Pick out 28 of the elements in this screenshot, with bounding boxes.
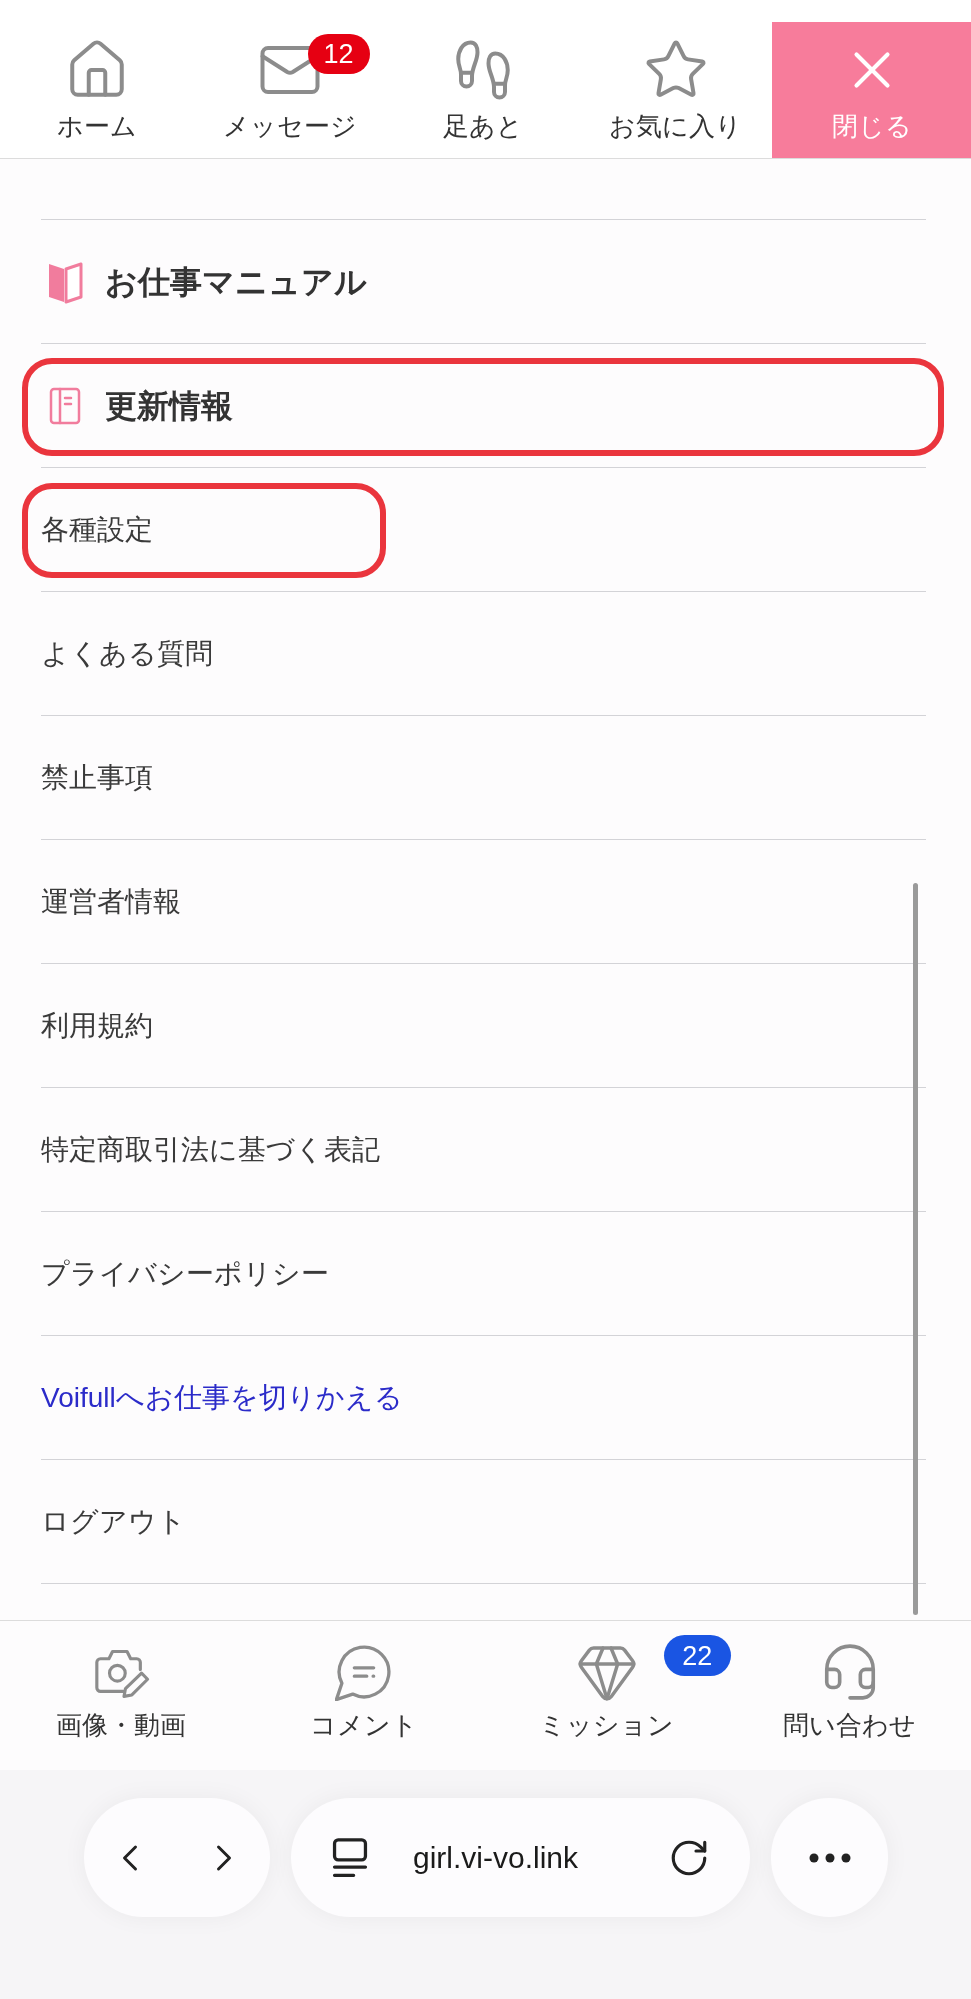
menu-item[interactable]: 特定商取引法に基づく表記 [41,1088,926,1211]
nav-tab[interactable]: 問い合わせ [728,1621,971,1770]
menu-item[interactable]: よくある質問 [41,592,926,715]
reader-icon [331,1837,369,1878]
nav-tab[interactable]: 足あと [386,22,579,158]
unread-badge: 12 [307,34,370,74]
menu-item[interactable]: 各種設定 [41,468,926,591]
scrollbar[interactable] [913,883,918,1615]
menu-item[interactable]: お仕事マニュアル [41,220,926,343]
menu-item[interactable]: ログアウト [41,1460,926,1583]
more-icon [808,1852,851,1863]
menu-item[interactable]: プライバシーポリシー [41,1212,926,1335]
chat-bubble-icon [335,1643,394,1701]
menu-item[interactable]: 更新情報 [41,344,926,467]
menu-item[interactable]: 禁止事項 [41,716,926,839]
menu-item[interactable]: 利用規約 [41,964,926,1087]
nav-tab[interactable]: 画像・動画 [0,1621,243,1770]
nav-tab[interactable]: コメント [242,1621,486,1770]
nav-tab[interactable]: メッセージ 12 [193,22,386,158]
nav-tab[interactable]: ミッション 22 [485,1621,729,1770]
menu-item[interactable]: 運営者情報 [41,840,926,963]
menu-item[interactable]: Voifullへお仕事を切りかえる [41,1336,926,1459]
url-text: girl.vi-vo.link [413,1840,579,1876]
nav-tab[interactable]: お気に入り [579,22,772,158]
count-badge: 22 [663,1635,731,1676]
notebook-icon [49,386,81,425]
nav-tab[interactable]: ホーム [0,22,193,158]
address-bar[interactable]: girl.vi-vo.link [291,1798,750,1917]
